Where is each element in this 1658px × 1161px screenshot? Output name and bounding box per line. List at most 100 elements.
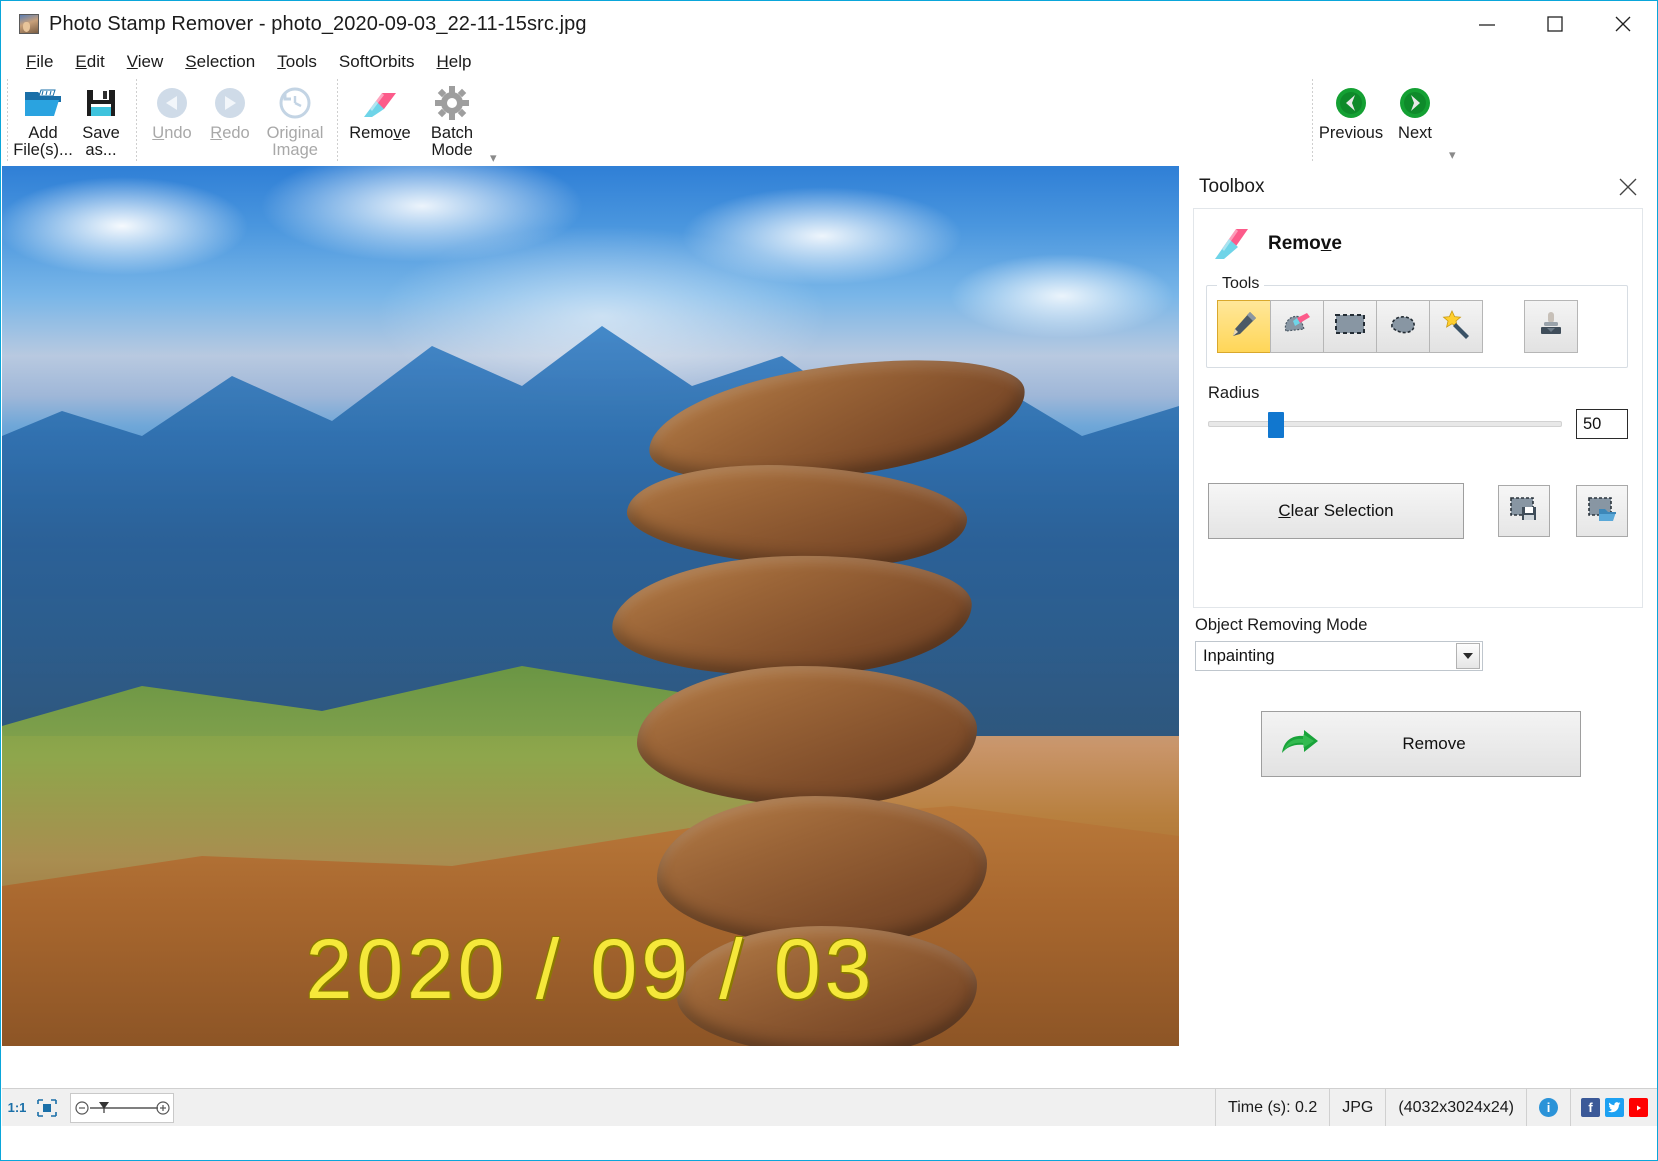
eraser-tool-button[interactable] — [1270, 300, 1324, 353]
radius-input[interactable]: 50 — [1576, 409, 1628, 439]
tools-group: Tools — [1206, 285, 1628, 368]
title-bar: Photo Stamp Remover - photo_2020-09-03_2… — [1, 1, 1657, 47]
toolbar-overflow-chevron-down-icon[interactable]: ▾ — [490, 151, 497, 164]
redo-button[interactable]: Redo — [201, 77, 259, 161]
zoom-slider[interactable] — [70, 1093, 174, 1123]
stamp-icon — [1536, 309, 1566, 344]
info-icon: i — [1539, 1098, 1558, 1117]
clear-selection-label: Clear Selection — [1278, 501, 1393, 521]
toolbox-panel: Toolbox Remove Tools — [1179, 166, 1657, 1057]
lasso-tool-button[interactable] — [1376, 300, 1430, 353]
undo-button[interactable]: Undo — [143, 77, 201, 161]
menu-item-view[interactable]: View — [116, 50, 175, 74]
rock-3 — [610, 550, 974, 682]
fit-to-window-icon[interactable] — [32, 1093, 62, 1123]
eraser-icon — [1210, 223, 1252, 265]
open-folder-icon — [23, 83, 63, 123]
toolbox-section-header: Remove — [1194, 209, 1642, 271]
app-icon — [19, 14, 39, 34]
toolbox-section-title: Remove — [1268, 233, 1342, 255]
rock-4 — [637, 666, 977, 806]
facebook-icon[interactable]: f — [1581, 1098, 1600, 1117]
chevron-down-icon[interactable] — [1456, 643, 1480, 669]
batch-mode-label: Batch Mode — [431, 125, 473, 160]
image-canvas[interactable]: 2020 / 09 / 03 — [2, 166, 1179, 1057]
clone-stamp-tool-button[interactable] — [1524, 300, 1578, 353]
menu-item-softorbits[interactable]: SoftOrbits — [328, 50, 426, 74]
navigation-group: Previous Next ▾ — [1306, 77, 1456, 163]
floppy-disk-icon — [84, 83, 118, 123]
pencil-icon — [1229, 309, 1259, 344]
toolbar-separator — [7, 79, 8, 163]
save-as-button[interactable]: Save as... — [72, 77, 130, 161]
gear-icon — [434, 83, 470, 123]
remove-toolbar-button[interactable]: Remove — [344, 77, 416, 161]
clear-selection-button[interactable]: Clear Selection — [1208, 483, 1464, 539]
magic-wand-icon — [1441, 309, 1471, 344]
add-files-button[interactable]: Add File(s)... — [14, 77, 72, 161]
toolbox-header: Toolbox — [1179, 166, 1657, 208]
toolbox-close-icon[interactable] — [1617, 176, 1639, 198]
toolbar-separator-4 — [1312, 79, 1313, 163]
eraser-icon — [360, 83, 400, 123]
radius-slider[interactable] — [1208, 412, 1562, 436]
previous-label: Previous — [1319, 125, 1383, 142]
file-format: JPG — [1329, 1089, 1385, 1127]
social-links: f — [1570, 1089, 1658, 1127]
tools-row — [1217, 300, 1617, 353]
rectangle-select-tool-button[interactable] — [1323, 300, 1377, 353]
original-image-button[interactable]: Original Image — [259, 77, 331, 161]
next-button[interactable]: Next — [1383, 77, 1447, 163]
radius-slider-track — [1208, 421, 1562, 427]
menu-item-edit[interactable]: Edit — [64, 50, 115, 74]
clock-history-icon — [277, 83, 313, 123]
original-image-label: Original Image — [267, 125, 324, 160]
undo-label: Undo — [152, 125, 191, 142]
menu-item-file[interactable]: File — [15, 50, 64, 74]
marquee-icon — [1334, 312, 1366, 341]
processing-time: Time (s): 0.2 — [1215, 1089, 1329, 1127]
window-controls — [1453, 1, 1657, 47]
window-title: Photo Stamp Remover - photo_2020-09-03_2… — [49, 13, 587, 36]
menu-item-help[interactable]: Help — [426, 50, 483, 74]
previous-button[interactable]: Previous — [1319, 77, 1383, 163]
save-as-label: Save as... — [82, 125, 120, 160]
date-stamp-overlay: 2020 / 09 / 03 — [2, 921, 1179, 1018]
magic-wand-tool-button[interactable] — [1429, 300, 1483, 353]
menu-label-file: ile — [36, 52, 53, 71]
application-window: Photo Stamp Remover - photo_2020-09-03_2… — [0, 0, 1658, 1161]
menu-item-selection[interactable]: Selection — [174, 50, 266, 74]
youtube-icon[interactable] — [1629, 1098, 1648, 1117]
toolbox-body: Remove Tools — [1193, 208, 1643, 608]
menu-bar: File Edit View Selection Tools SoftOrbit… — [1, 47, 1657, 77]
lasso-icon — [1388, 311, 1418, 342]
save-selection-button[interactable] — [1498, 485, 1550, 537]
menu-item-tools[interactable]: Tools — [266, 50, 328, 74]
photo-image[interactable]: 2020 / 09 / 03 — [2, 166, 1179, 1046]
previous-arrow-icon — [1334, 83, 1368, 123]
add-files-label: Add File(s)... — [13, 125, 73, 160]
redo-label: Redo — [210, 125, 249, 142]
radius-slider-thumb[interactable] — [1268, 412, 1284, 438]
main-toolbar: Add File(s)... Save as... — [1, 77, 1657, 166]
minimize-button[interactable] — [1453, 1, 1521, 47]
eraser-round-icon — [1282, 309, 1312, 344]
pencil-tool-button[interactable] — [1217, 300, 1271, 353]
next-label: Next — [1398, 125, 1432, 142]
nav-overflow-chevron-down-icon[interactable]: ▾ — [1449, 148, 1456, 161]
batch-mode-button[interactable]: Batch Mode — [416, 77, 488, 161]
image-dimensions: (4032x3024x24) — [1385, 1089, 1526, 1127]
twitter-icon[interactable] — [1605, 1098, 1624, 1117]
remove-action-label: Remove — [1322, 734, 1580, 754]
zoom-ratio-indicator[interactable]: 1:1 — [2, 1093, 32, 1123]
toolbox-title: Toolbox — [1199, 176, 1265, 198]
next-arrow-icon — [1398, 83, 1432, 123]
toolbar-separator-2 — [136, 79, 137, 163]
canvas-bottom-strip — [2, 1046, 1179, 1057]
maximize-button[interactable] — [1521, 1, 1589, 47]
object-removing-mode-select[interactable]: Inpainting — [1195, 641, 1483, 671]
load-selection-button[interactable] — [1576, 485, 1628, 537]
close-button[interactable] — [1589, 1, 1657, 47]
remove-action-button[interactable]: Remove — [1261, 711, 1581, 777]
info-button[interactable]: i — [1526, 1089, 1570, 1127]
